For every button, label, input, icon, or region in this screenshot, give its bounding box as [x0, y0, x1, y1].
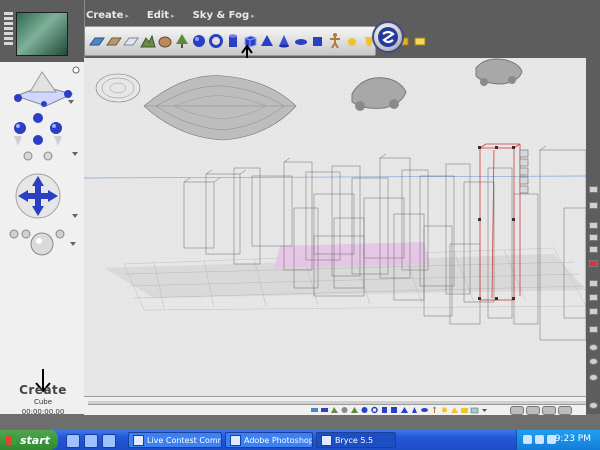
animation-controls — [510, 406, 572, 415]
right-tool-button[interactable] — [589, 202, 598, 209]
selection-palette — [310, 406, 489, 414]
camera-sphere-controls[interactable] — [4, 224, 82, 260]
camera-pan-control[interactable] — [12, 170, 80, 226]
top-toolbar: Create ▸ Edit ▸ Sky & Fog ▸ — [0, 0, 600, 58]
torus-tool[interactable] — [208, 31, 224, 51]
figure-tool[interactable] — [327, 31, 343, 51]
animation-timeline[interactable] — [88, 401, 586, 405]
nav-button[interactable] — [589, 402, 598, 409]
nav-button[interactable] — [589, 374, 598, 381]
animation-time: 00:00:00.00 — [21, 408, 65, 416]
system-tray: 9:23 PM — [516, 430, 600, 450]
select-disc-icon[interactable] — [420, 406, 429, 414]
create-object-palette — [84, 26, 426, 56]
menu-sky-fog[interactable]: Sky & Fog ▸ — [193, 10, 255, 21]
camera-trackball-control[interactable] — [8, 66, 82, 112]
menu-arrow-icon: ▸ — [251, 12, 255, 20]
right-tool-button[interactable] — [589, 186, 598, 193]
show-desktop-icon[interactable] — [102, 434, 116, 448]
palette-title: Create — [19, 383, 67, 397]
anim-forward-button[interactable] — [542, 406, 556, 415]
object-attribute-buttons — [519, 149, 529, 194]
windows-logo-icon — [6, 435, 16, 445]
water-plane-tool[interactable] — [89, 31, 105, 51]
select-stone-icon[interactable] — [340, 406, 349, 414]
clock: 9:23 PM — [554, 434, 591, 444]
light-radial-tool[interactable] — [412, 31, 428, 51]
sphere-tool[interactable] — [191, 31, 207, 51]
network-icon[interactable] — [523, 435, 532, 444]
taskbar-window-contest[interactable]: Live Contest Commen... — [128, 432, 222, 448]
anim-rewind-button[interactable] — [510, 406, 524, 415]
select-cube-icon[interactable] — [390, 406, 399, 414]
disc-tool[interactable] — [293, 31, 309, 51]
select-light-icon-3[interactable] — [460, 406, 469, 414]
taskbar-window-bryce[interactable]: Bryce 5.5 — [316, 432, 396, 448]
pyramid-tool[interactable] — [259, 31, 275, 51]
taskbar-window-photoshop[interactable]: Adobe Photoshop — [225, 432, 313, 448]
select-tree-icon[interactable] — [350, 406, 359, 414]
zoom-in-icon[interactable] — [589, 344, 598, 351]
stone-tool[interactable] — [157, 31, 173, 51]
select-pyramid-icon[interactable] — [400, 406, 409, 414]
bryce-icon — [321, 434, 332, 446]
main-menu: Create ▸ Edit ▸ Sky & Fog ▸ — [86, 10, 255, 21]
select-cylinder-icon[interactable] — [380, 406, 389, 414]
right-tool-button[interactable] — [589, 280, 598, 287]
control-panel: Create Cube 00:00:00.00 — [0, 0, 85, 416]
cylinder-tool[interactable] — [225, 31, 241, 51]
right-tool-button[interactable] — [589, 234, 598, 241]
cone-tool[interactable] — [276, 31, 292, 51]
browser-icon — [133, 434, 144, 446]
animation-bar — [84, 396, 586, 415]
right-tool-button[interactable] — [589, 326, 598, 333]
select-water-icon[interactable] — [310, 406, 319, 414]
anim-end-button[interactable] — [558, 406, 572, 415]
metaball-tool[interactable] — [310, 31, 326, 51]
select-terrain-icon[interactable] — [330, 406, 339, 414]
view-mode-selector[interactable] — [4, 12, 13, 52]
menu-create[interactable]: Create ▸ — [86, 10, 129, 21]
select-torus-icon[interactable] — [370, 406, 379, 414]
right-tool-button[interactable] — [589, 246, 598, 253]
light-sphere-tool[interactable] — [344, 31, 360, 51]
camera-xy-trackball[interactable] — [4, 112, 82, 164]
nano-preview[interactable] — [16, 12, 68, 56]
selected-object-label: Cube — [33, 398, 53, 406]
outlook-icon[interactable] — [84, 434, 98, 448]
zoom-out-icon[interactable] — [589, 358, 598, 365]
render-button[interactable] — [589, 260, 598, 267]
terrain-tool[interactable] — [140, 31, 156, 51]
volume-icon[interactable] — [535, 435, 544, 444]
photoshop-icon — [230, 434, 241, 446]
windows-taskbar: start Live Contest Commen... Adobe Photo… — [0, 430, 600, 450]
select-figure-icon[interactable] — [430, 406, 439, 414]
menu-arrow-icon: ▸ — [125, 12, 129, 20]
bryce-logo-icon — [378, 27, 398, 47]
select-menu-icon[interactable] — [480, 406, 489, 414]
right-tool-strip — [586, 58, 600, 414]
select-light-icon-2[interactable] — [450, 406, 459, 414]
scene-viewport[interactable] — [84, 58, 586, 396]
ie-icon[interactable] — [66, 434, 80, 448]
right-tool-button[interactable] — [589, 222, 598, 229]
right-tool-button[interactable] — [589, 294, 598, 301]
select-camera-icon[interactable] — [470, 406, 479, 414]
right-tool-button[interactable] — [589, 308, 598, 315]
tree-tool[interactable] — [174, 31, 190, 51]
anim-play-button[interactable] — [526, 406, 540, 415]
select-cone-icon[interactable] — [410, 406, 419, 414]
wireframe-scene — [84, 58, 586, 396]
ground-plane-tool[interactable] — [106, 31, 122, 51]
menu-arrow-icon: ▸ — [171, 12, 175, 20]
menu-edit[interactable]: Edit ▸ — [147, 10, 175, 21]
bryce-logo-button[interactable] — [372, 21, 404, 53]
select-ground-icon[interactable] — [320, 406, 329, 414]
tray-icons — [523, 435, 556, 444]
quick-launch — [66, 434, 116, 448]
select-sphere-icon[interactable] — [360, 406, 369, 414]
select-light-icon[interactable] — [440, 406, 449, 414]
cloud-plane-tool[interactable] — [123, 31, 139, 51]
start-button[interactable]: start — [0, 430, 58, 450]
